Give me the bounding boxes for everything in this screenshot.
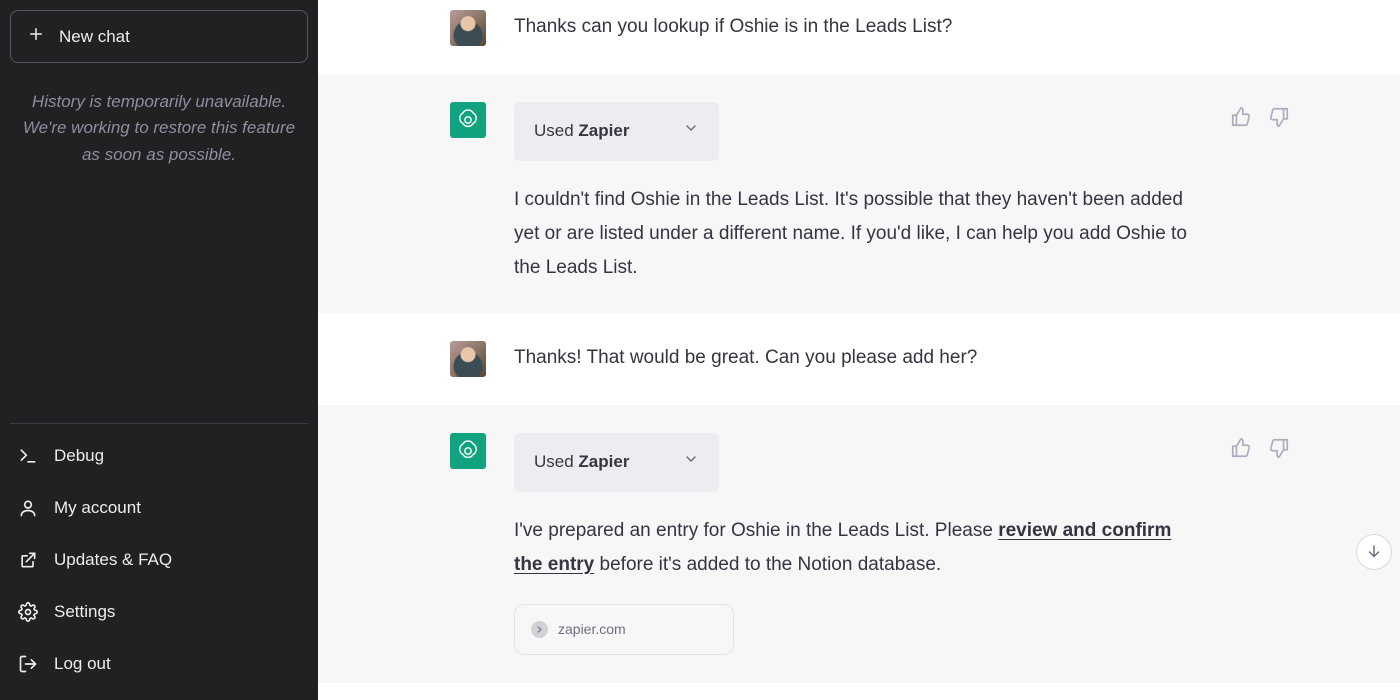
avatar [450, 102, 486, 138]
message-assistant: Used Zapier I've prepared an entry for O… [318, 405, 1400, 683]
terminal-icon [18, 446, 38, 466]
tool-label: Used Zapier [534, 447, 629, 478]
logout-icon [18, 654, 38, 674]
thumbs-up-button[interactable] [1230, 437, 1252, 459]
thumbs-down-button[interactable] [1268, 437, 1290, 459]
sidebar-divider [10, 423, 308, 424]
sidebar-item-settings[interactable]: Settings [10, 586, 308, 638]
sidebar-item-label: My account [54, 498, 141, 518]
link-preview-card[interactable]: zapier.com [514, 604, 734, 655]
gear-icon [18, 602, 38, 622]
chevron-down-icon [683, 116, 699, 147]
message-text: I couldn't find Oshie in the Leads List.… [514, 183, 1194, 286]
avatar [450, 10, 486, 46]
message-text: Thanks! That would be great. Can you ple… [514, 341, 977, 375]
new-chat-label: New chat [59, 27, 130, 47]
sidebar-item-label: Updates & FAQ [54, 550, 172, 570]
message-text: I've prepared an entry for Oshie in the … [514, 514, 1194, 582]
sidebar-item-debug[interactable]: Debug [10, 430, 308, 482]
new-chat-button[interactable]: New chat [10, 10, 308, 63]
tool-label: Used Zapier [534, 116, 629, 147]
thumbs-up-button[interactable] [1230, 106, 1252, 128]
link-domain: zapier.com [558, 617, 626, 642]
tool-expand-button[interactable]: Used Zapier [514, 433, 719, 492]
chevron-down-icon [683, 447, 699, 478]
message-user: Thanks can you lookup if Oshie is in the… [318, 0, 1400, 74]
message-text: Thanks can you lookup if Oshie is in the… [514, 10, 952, 44]
avatar [450, 341, 486, 377]
sidebar-item-label: Settings [54, 602, 115, 622]
message-user: Thanks! That would be great. Can you ple… [318, 313, 1400, 405]
avatar [450, 433, 486, 469]
sidebar: New chat History is temporarily unavaila… [0, 0, 318, 700]
chat-main: Thanks can you lookup if Oshie is in the… [318, 0, 1400, 700]
user-icon [18, 498, 38, 518]
history-status: History is temporarily unavailable. We'r… [10, 89, 308, 168]
sidebar-item-account[interactable]: My account [10, 482, 308, 534]
sidebar-item-label: Debug [54, 446, 104, 466]
link-icon [531, 621, 548, 638]
tool-expand-button[interactable]: Used Zapier [514, 102, 719, 161]
plus-icon [27, 25, 45, 48]
message-assistant: Used Zapier I couldn't find Oshie in the… [318, 74, 1400, 313]
scroll-to-bottom-button[interactable] [1356, 534, 1392, 570]
sidebar-item-updates[interactable]: Updates & FAQ [10, 534, 308, 586]
external-link-icon [18, 550, 38, 570]
chat-thread: Thanks can you lookup if Oshie is in the… [318, 0, 1400, 700]
thumbs-down-button[interactable] [1268, 106, 1290, 128]
sidebar-item-label: Log out [54, 654, 111, 674]
sidebar-item-logout[interactable]: Log out [10, 638, 308, 690]
